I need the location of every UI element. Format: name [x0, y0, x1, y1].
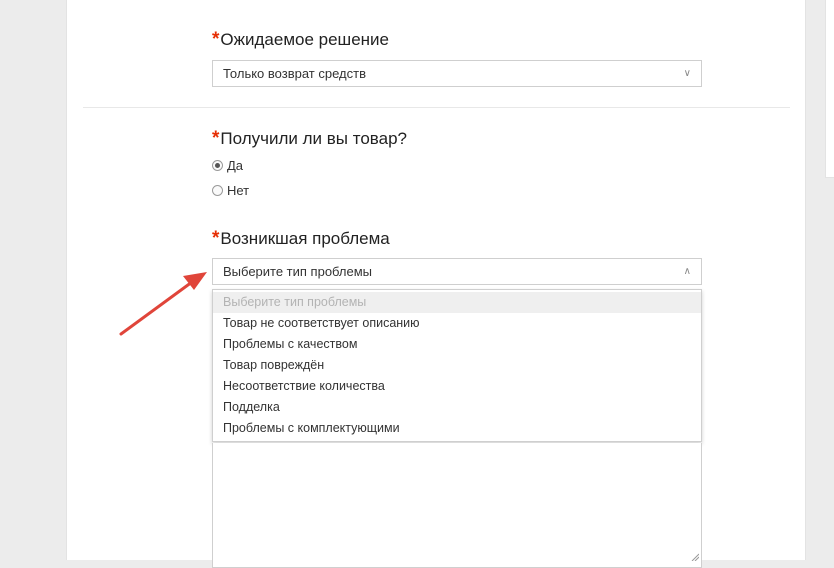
annotation-arrow-icon — [119, 272, 207, 336]
